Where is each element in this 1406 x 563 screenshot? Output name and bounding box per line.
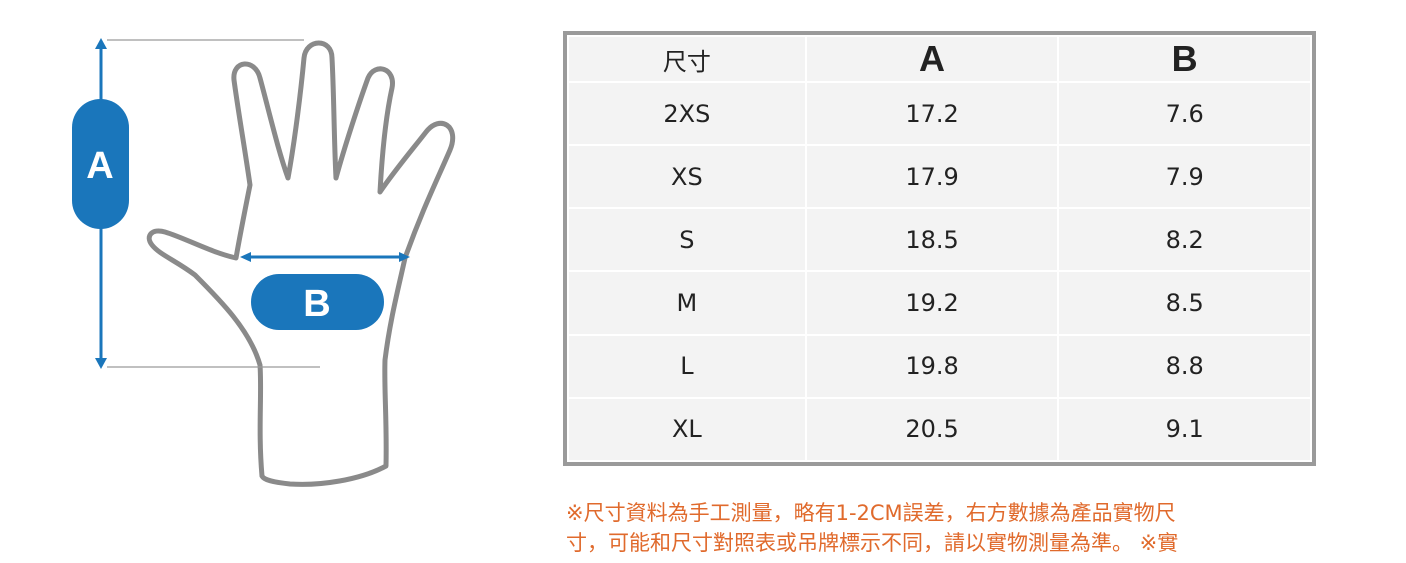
header-size: 尺寸 xyxy=(567,35,807,83)
table-row: XL 20.5 9.1 xyxy=(567,396,1312,463)
table-row: M 19.2 8.5 xyxy=(567,270,1312,336)
table-header-row: 尺寸 A B xyxy=(567,35,1312,83)
cell-a: 19.2 xyxy=(804,270,1060,336)
cell-b: 8.2 xyxy=(1057,207,1312,273)
cell-b: 9.1 xyxy=(1057,396,1312,463)
note-line-1: ※尺寸資料為手工測量，略有1-2CM誤差，右方數據為產品實物尺 xyxy=(566,501,1176,525)
table-row: XS 17.9 7.9 xyxy=(567,144,1312,210)
cell-size: L xyxy=(567,333,807,399)
cell-a: 18.5 xyxy=(804,207,1060,273)
measurement-b-label: B xyxy=(303,283,330,325)
table-row: S 18.5 8.2 xyxy=(567,207,1312,273)
cell-a: 19.8 xyxy=(804,333,1060,399)
cell-size: S xyxy=(567,207,807,273)
cell-size: XS xyxy=(567,144,807,210)
cell-size: M xyxy=(567,270,807,336)
measurement-a-label: A xyxy=(86,145,113,187)
note-line-2: 寸，可能和尺寸對照表或吊牌標示不同，請以實物測量為準。 ※實 xyxy=(566,531,1179,555)
table-row: 2XS 17.2 7.6 xyxy=(567,80,1312,147)
header-a: A xyxy=(804,35,1060,83)
cell-a: 17.9 xyxy=(804,144,1060,210)
cell-b: 7.9 xyxy=(1057,144,1312,210)
cell-b: 8.8 xyxy=(1057,333,1312,399)
measurement-note: ※尺寸資料為手工測量，略有1-2CM誤差，右方數據為產品實物尺 寸，可能和尺寸對… xyxy=(566,498,1306,558)
size-table-container: 尺寸 A B 2XS 17.2 7.6 XS 17.9 7.9 S 18.5 8… xyxy=(563,31,1316,466)
cell-b: 8.5 xyxy=(1057,270,1312,336)
cell-a: 17.2 xyxy=(804,80,1060,147)
header-b: B xyxy=(1057,35,1312,83)
hand-measurement-diagram: A B xyxy=(72,38,456,487)
size-table: 尺寸 A B 2XS 17.2 7.6 XS 17.9 7.9 S 18.5 8… xyxy=(567,35,1312,463)
table-row: L 19.8 8.8 xyxy=(567,333,1312,399)
cell-b: 7.6 xyxy=(1057,80,1312,147)
cell-size: XL xyxy=(567,396,807,463)
hand-outline xyxy=(146,40,456,487)
cell-size: 2XS xyxy=(567,80,807,147)
cell-a: 20.5 xyxy=(804,396,1060,463)
